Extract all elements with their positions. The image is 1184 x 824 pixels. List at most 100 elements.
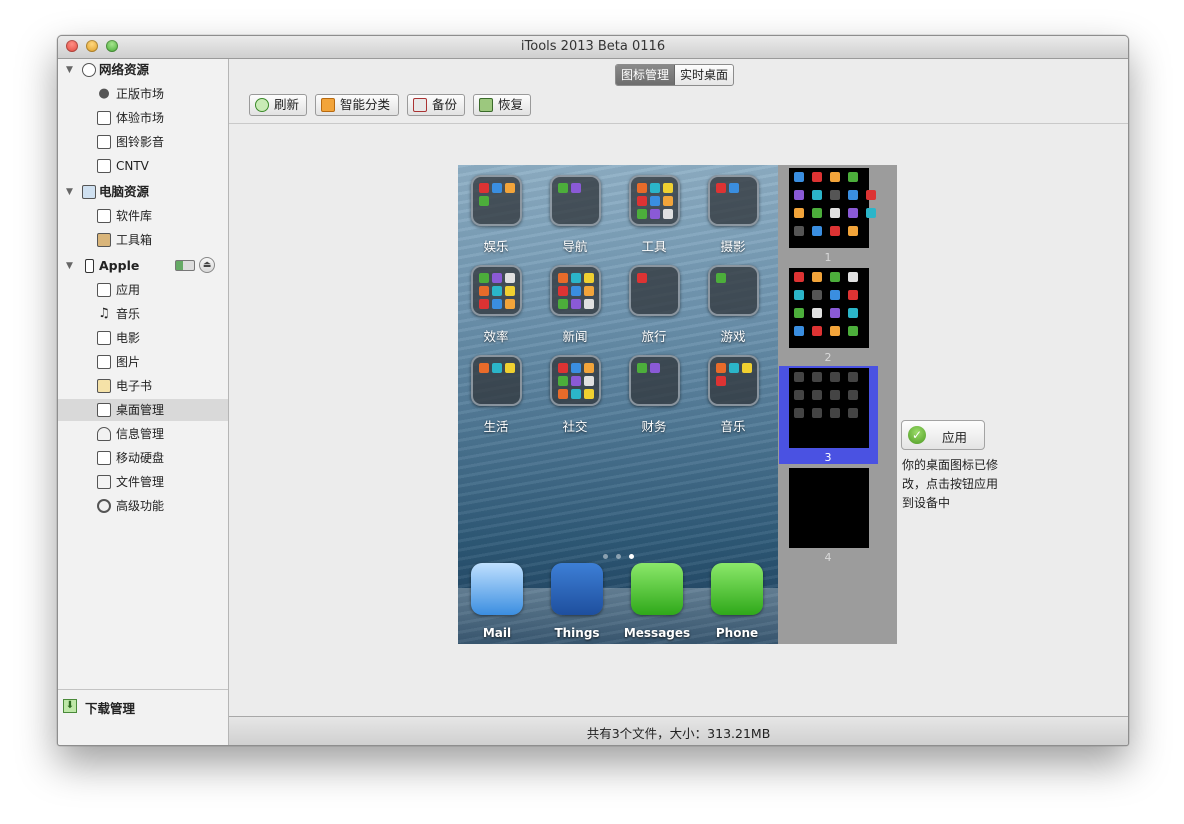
apply-button[interactable]: ✓ 应用 (901, 420, 985, 450)
backup-button[interactable]: 备份 (407, 94, 465, 116)
sidebar-item-trial-market[interactable]: 体验市场 (58, 107, 228, 129)
sidebar-item-music[interactable]: ♫ 音乐 (58, 303, 228, 325)
mini-app-icon (479, 196, 489, 206)
sidebar-item-apps[interactable]: 应用 (58, 279, 228, 301)
sidebar-item-advanced[interactable]: 高级功能 (58, 495, 228, 517)
thumbnail-app-icon (830, 290, 840, 300)
sidebar-item-label: 图铃影音 (116, 135, 165, 149)
sidebar-item-cntv[interactable]: CNTV (58, 155, 228, 177)
disclosure-triangle-icon[interactable]: ▼ (66, 59, 73, 81)
thumbnail-app-icon (812, 408, 822, 418)
mini-app-icon (505, 273, 515, 283)
page-dot (602, 554, 608, 559)
mini-app-icon (729, 363, 739, 373)
messages-app-icon[interactable] (631, 563, 683, 615)
dock-label-things: Things (554, 626, 600, 640)
mail-app-icon[interactable] (471, 563, 523, 615)
folder-label: 工具 (641, 239, 667, 254)
thumbnail-app-icon (848, 208, 858, 218)
sidebar-section-pc[interactable]: ▼ 电脑资源 (58, 181, 228, 203)
mini-app-icon (571, 389, 581, 399)
globe-icon (82, 63, 96, 77)
page-thumbnail-4[interactable] (789, 468, 869, 548)
mini-app-icon (584, 363, 594, 373)
dock-label-phone: Phone (715, 626, 759, 640)
folder-icon[interactable] (550, 265, 601, 316)
folder-icon[interactable] (471, 175, 522, 226)
page-dot (615, 554, 621, 559)
sidebar-item-desktop-manager[interactable]: 桌面管理 (58, 399, 228, 421)
apple-icon: ● (98, 86, 110, 101)
sidebar-item-ebooks[interactable]: 电子书 (58, 375, 228, 397)
folder-icon[interactable] (629, 175, 680, 226)
page-thumbnail-2[interactable] (789, 268, 869, 348)
sidebar-item-toolbox[interactable]: 工具箱 (58, 229, 228, 251)
download-manager[interactable]: ⬇ 下载管理 (58, 689, 228, 723)
sidebar-item-store[interactable]: ● 正版市场 (58, 83, 228, 105)
title-bar[interactable]: iTools 2013 Beta 0116 (58, 36, 1128, 59)
sidebar-item-label: 正版市场 (116, 87, 165, 101)
page-thumbnail-3[interactable] (789, 368, 869, 448)
sidebar-item-mobile-disk[interactable]: 移动硬盘 (58, 447, 228, 469)
sidebar-item-label: CNTV (116, 159, 149, 173)
tab-icon-manage[interactable]: 图标管理 (616, 65, 676, 85)
folder-icon[interactable] (550, 175, 601, 226)
page-thumbnail-1[interactable] (789, 168, 876, 248)
folder-icon[interactable] (550, 355, 601, 406)
desktop-edit-icon (97, 403, 111, 417)
sidebar-item-software[interactable]: 软件库 (58, 205, 228, 227)
sidebar-item-media[interactable]: 图铃影音 (58, 131, 228, 153)
apps-grid-icon (97, 111, 111, 125)
folder-icon[interactable] (629, 355, 680, 406)
mini-app-icon (479, 273, 489, 283)
sidebar-item-file-manager[interactable]: 文件管理 (58, 471, 228, 493)
thumbnail-app-icon (794, 390, 804, 400)
folder-icon[interactable] (708, 355, 759, 406)
tab-live-desktop[interactable]: 实时桌面 (675, 65, 733, 85)
folder-label: 导航 (562, 239, 588, 254)
book-icon (97, 379, 111, 393)
download-manager-label: 下载管理 (85, 701, 136, 716)
mini-app-icon (492, 299, 502, 309)
sidebar-item-movies[interactable]: 电影 (58, 327, 228, 349)
folder-icon[interactable] (471, 355, 522, 406)
things-app-icon[interactable] (551, 563, 603, 615)
sidebar-item-photos[interactable]: 图片 (58, 351, 228, 373)
mini-app-icon (663, 183, 673, 193)
mini-app-icon (492, 183, 502, 193)
section-label: Apple (99, 258, 140, 273)
page-number-2: 2 (824, 351, 832, 364)
eject-icon[interactable]: ⏏ (199, 257, 215, 273)
folder-icon[interactable] (708, 175, 759, 226)
folder-icon[interactable] (708, 265, 759, 316)
toolbox-icon (97, 233, 111, 247)
mini-app-icon (571, 376, 581, 386)
smart-sort-button[interactable]: 智能分类 (315, 94, 399, 116)
restore-button[interactable]: 恢复 (473, 94, 531, 116)
folder-icon[interactable] (629, 265, 680, 316)
toolbar-divider (229, 123, 1128, 124)
disclosure-triangle-icon[interactable]: ▼ (66, 255, 73, 277)
disclosure-triangle-icon[interactable]: ▼ (66, 181, 73, 203)
thumbnail-app-icon (848, 190, 858, 200)
folder-icon[interactable] (471, 265, 522, 316)
phone-app-icon[interactable] (711, 563, 763, 615)
sidebar-section-apple[interactable]: ▼ Apple ⏏ (58, 255, 228, 277)
thumbnail-app-icon (848, 326, 858, 336)
folder-label: 摄影 (720, 239, 746, 254)
refresh-button[interactable]: 刷新 (249, 94, 307, 116)
sidebar-item-info-manager[interactable]: 信息管理 (58, 423, 228, 445)
mini-app-icon (558, 389, 568, 399)
thumbnail-app-icon (794, 226, 804, 236)
folder-label: 音乐 (720, 419, 746, 434)
thumbnail-app-icon (830, 272, 840, 282)
sidebar-section-network[interactable]: ▼ 网络资源 (58, 59, 228, 81)
smart-sort-label: 智能分类 (340, 97, 391, 112)
thumbnail-app-icon (848, 390, 858, 400)
thumbnail-app-icon (848, 290, 858, 300)
dock-label-mail: Mail (482, 626, 512, 640)
mini-app-icon (637, 196, 647, 206)
mini-app-icon (571, 363, 581, 373)
page-thumbnails: 1 2 3 4 (778, 165, 897, 644)
thumbnail-app-icon (830, 372, 840, 382)
